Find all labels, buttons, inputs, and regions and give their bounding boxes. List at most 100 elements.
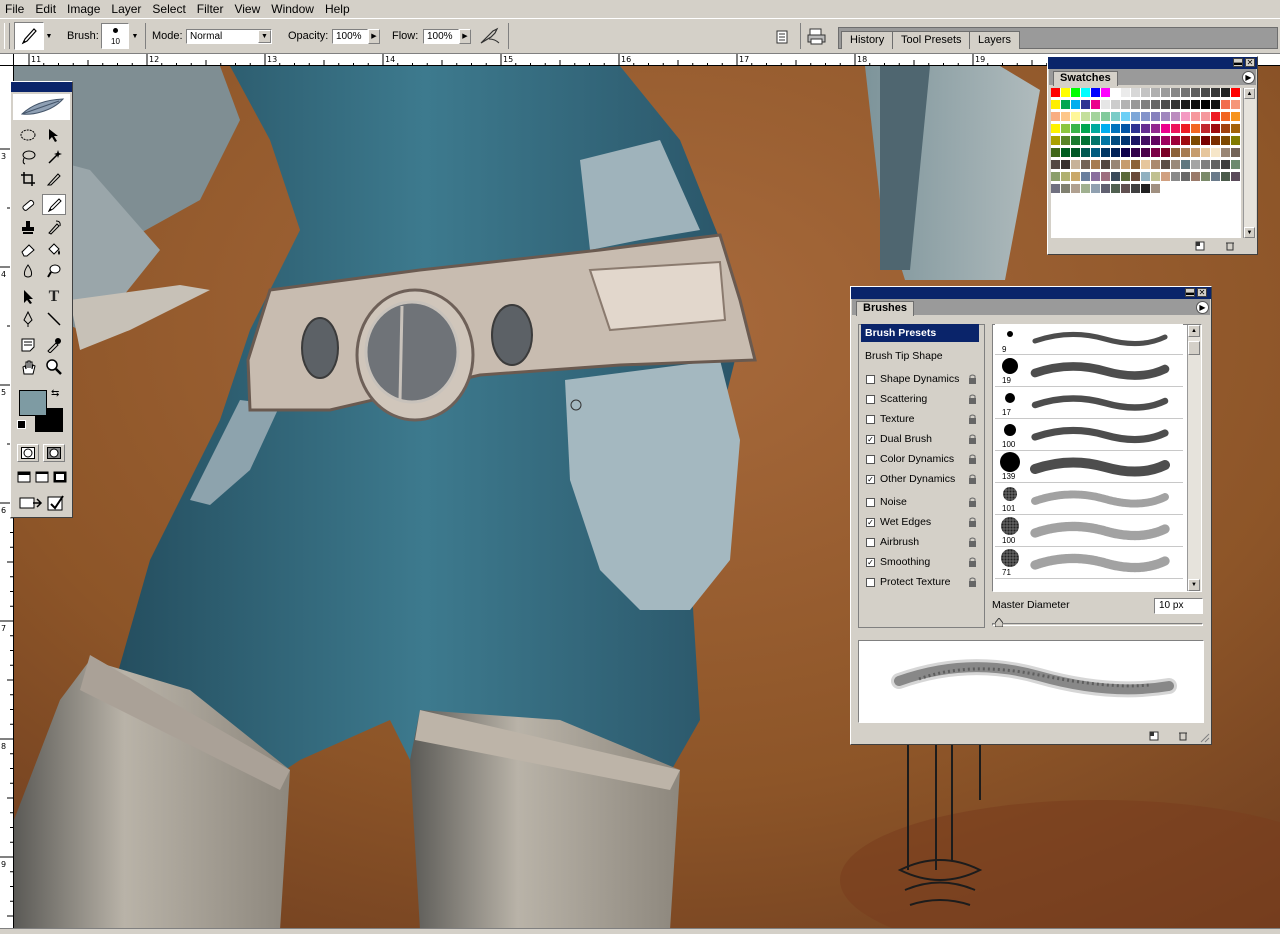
swatch[interactable] <box>1161 112 1170 121</box>
swatch[interactable] <box>1211 100 1220 109</box>
standard-screen-mode-icon[interactable] <box>17 470 31 484</box>
brush-presets-header[interactable]: Brush Presets <box>861 324 979 342</box>
mode-select[interactable]: Normal ▼ <box>186 29 272 44</box>
hand-tool-icon[interactable] <box>16 356 40 377</box>
swatch[interactable] <box>1201 100 1210 109</box>
brush-option-shape-dynamics[interactable]: Shape Dynamics <box>861 370 979 388</box>
swatch[interactable] <box>1051 160 1060 169</box>
brush-option-smoothing[interactable]: ✓ Smoothing <box>861 553 979 571</box>
checkbox[interactable]: ✓ <box>866 557 875 567</box>
jump-to-imageready-icon[interactable] <box>19 494 43 512</box>
swatch[interactable] <box>1111 100 1120 109</box>
swatch[interactable] <box>1101 160 1110 169</box>
swatch[interactable] <box>1151 172 1160 181</box>
menu-help[interactable]: Help <box>320 0 356 18</box>
lock-icon[interactable] <box>968 374 977 384</box>
swatch[interactable] <box>1051 184 1060 193</box>
lock-icon[interactable] <box>968 474 977 484</box>
swatch[interactable] <box>1171 112 1180 121</box>
menu-edit[interactable]: Edit <box>30 0 62 18</box>
swatch[interactable] <box>1091 148 1100 157</box>
swatch[interactable] <box>1061 184 1070 193</box>
swatch[interactable] <box>1081 184 1090 193</box>
menu-view[interactable]: View <box>229 0 266 18</box>
well-tab-history[interactable]: History <box>841 31 894 49</box>
swatch[interactable] <box>1221 136 1230 145</box>
brush-preset-row[interactable]: 100 <box>995 516 1183 547</box>
swatch[interactable] <box>1091 160 1100 169</box>
swatch[interactable] <box>1081 100 1090 109</box>
swatch[interactable] <box>1101 124 1110 133</box>
brushes-titlebar[interactable] <box>851 287 1211 299</box>
swatch[interactable] <box>1201 148 1210 157</box>
swatch[interactable] <box>1111 112 1120 121</box>
file-browser-icon[interactable] <box>772 27 792 47</box>
opacity-slider-arrow-icon[interactable]: ▶ <box>368 29 380 44</box>
brush-picker[interactable]: 10 <box>101 23 129 49</box>
checkbox[interactable]: ✓ <box>866 517 875 527</box>
swatch[interactable] <box>1161 172 1170 181</box>
swatch[interactable] <box>1201 160 1210 169</box>
swatch[interactable] <box>1111 88 1120 97</box>
swatch[interactable] <box>1081 160 1090 169</box>
resize-grip-icon[interactable] <box>1200 733 1210 743</box>
swatch[interactable] <box>1141 172 1150 181</box>
swatch[interactable] <box>1141 184 1150 193</box>
swatches-tab[interactable]: Swatches <box>1053 71 1118 86</box>
marquee-tool-icon[interactable] <box>16 124 40 145</box>
menu-file[interactable]: File <box>0 0 30 18</box>
lock-icon[interactable] <box>968 537 977 547</box>
swatch[interactable] <box>1091 88 1100 97</box>
lock-icon[interactable] <box>968 577 977 587</box>
swatch[interactable] <box>1131 112 1140 121</box>
mode-dropdown-icon[interactable]: ▼ <box>258 30 271 43</box>
lock-icon[interactable] <box>968 517 977 527</box>
swatch[interactable] <box>1231 112 1240 121</box>
checkbox[interactable] <box>866 414 875 424</box>
swatches-menu-arrow-icon[interactable]: ▶ <box>1242 71 1255 84</box>
swatch[interactable] <box>1091 172 1100 181</box>
master-diameter-slider-thumb[interactable] <box>994 617 1004 628</box>
well-tab-layers[interactable]: Layers <box>969 31 1021 49</box>
swatch[interactable] <box>1181 148 1190 157</box>
swatch[interactable] <box>1121 124 1130 133</box>
swatch[interactable] <box>1051 148 1060 157</box>
toolbox-titlebar[interactable] <box>11 82 72 92</box>
swatch[interactable] <box>1131 184 1140 193</box>
swatch[interactable] <box>1141 88 1150 97</box>
master-diameter-input[interactable]: 10 px <box>1154 598 1203 614</box>
brush-tool-icon[interactable] <box>42 194 66 215</box>
paint-bucket-tool-icon[interactable] <box>42 238 66 259</box>
swatch[interactable] <box>1131 148 1140 157</box>
foreground-color-swatch[interactable] <box>19 390 47 416</box>
swatch[interactable] <box>1171 160 1180 169</box>
move-tool-icon[interactable] <box>42 124 66 145</box>
swatches-titlebar[interactable] <box>1048 57 1257 69</box>
swatch[interactable] <box>1061 112 1070 121</box>
swatch[interactable] <box>1191 148 1200 157</box>
swatch[interactable] <box>1061 100 1070 109</box>
swatch[interactable] <box>1191 88 1200 97</box>
swatch[interactable] <box>1211 124 1220 133</box>
blur-tool-icon[interactable] <box>16 260 40 281</box>
swatch[interactable] <box>1181 124 1190 133</box>
checkbox[interactable] <box>866 497 875 507</box>
delete-swatch-icon[interactable] <box>1225 241 1235 251</box>
path-selection-tool-icon[interactable] <box>16 286 40 307</box>
crop-tool-icon[interactable] <box>16 168 40 189</box>
swatch[interactable] <box>1081 136 1090 145</box>
scroll-thumb[interactable] <box>1188 341 1200 355</box>
close-icon[interactable]: ✕ <box>1245 58 1255 67</box>
checkbox[interactable] <box>866 394 875 404</box>
eraser-tool-icon[interactable] <box>16 238 40 259</box>
minimize-icon[interactable]: ▬ <box>1185 288 1195 297</box>
swatch[interactable] <box>1081 124 1090 133</box>
swatch[interactable] <box>1081 148 1090 157</box>
swatch[interactable] <box>1151 184 1160 193</box>
swatch[interactable] <box>1221 88 1230 97</box>
swatch[interactable] <box>1181 160 1190 169</box>
new-brush-icon[interactable] <box>1149 731 1159 741</box>
swatch[interactable] <box>1091 124 1100 133</box>
lock-icon[interactable] <box>968 497 977 507</box>
checkbox[interactable] <box>866 374 875 384</box>
